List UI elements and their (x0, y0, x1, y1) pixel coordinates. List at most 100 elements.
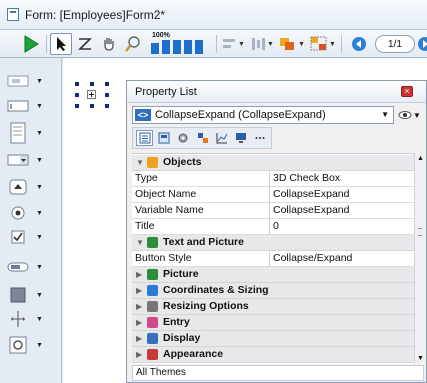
property-value[interactable]: CollapseExpand (273, 203, 349, 218)
category-row[interactable]: ▼ Objects (132, 155, 414, 171)
category-row[interactable]: ▶ Coordinates & Sizing (132, 283, 414, 299)
next-page-button[interactable] (417, 33, 427, 55)
checkbox-tool[interactable]: ▼ (4, 226, 58, 248)
form-window-icon (7, 8, 19, 21)
resize-handle[interactable] (105, 104, 109, 108)
property-row[interactable]: Type 3D Check Box (132, 171, 414, 187)
theme-selector[interactable]: All Themes (132, 365, 424, 381)
rectangle-tool[interactable]: ▼ (4, 284, 58, 306)
expand-triangle-icon[interactable]: ▶ (136, 331, 142, 346)
property-list-panel: Property List × <> CollapseExpand (Colla… (126, 80, 427, 383)
category-row[interactable]: ▶ Resizing Options (132, 299, 414, 315)
text-tool[interactable]: ▼ (4, 70, 58, 92)
prev-page-button[interactable] (348, 33, 370, 55)
expand-triangle-icon[interactable]: ▶ (136, 347, 142, 362)
property-value[interactable]: 0 (273, 219, 279, 234)
selected-collapse-expand-object[interactable] (75, 82, 110, 110)
property-grid-scrollbar[interactable]: ▲ ▼ (414, 153, 425, 364)
collapse-triangle-icon[interactable]: ▼ (136, 155, 144, 170)
toolbar: 100% ▼ ▼ ▼ ▼ 1/1 (0, 30, 427, 58)
tab-monitor-view[interactable] (233, 130, 250, 146)
resize-handle[interactable] (75, 104, 79, 108)
property-row[interactable]: Title 0 (132, 219, 414, 235)
resize-handle[interactable] (90, 82, 94, 86)
tab-list-view[interactable] (136, 130, 154, 146)
expand-triangle-icon[interactable]: ▶ (136, 267, 142, 282)
zoom-level-control[interactable]: 100% (149, 32, 213, 55)
reorder-tool-button[interactable] (75, 33, 95, 55)
category-row[interactable]: ▶ Display (132, 331, 414, 347)
collapse-expand-icon (87, 90, 96, 99)
hand-tool-button[interactable] (99, 33, 119, 55)
property-value[interactable]: 3D Check Box (273, 171, 340, 186)
radio-tool[interactable]: ▼ (4, 202, 58, 224)
entry-icon (147, 317, 158, 328)
property-row[interactable]: Variable Name CollapseExpand (132, 203, 414, 219)
run-button[interactable] (21, 33, 41, 55)
category-label: Picture (163, 268, 199, 280)
gear-view-icon (178, 133, 188, 143)
button-tool-icon (9, 179, 27, 195)
resize-handle[interactable] (105, 93, 109, 97)
title-bar: Form: [Employees]Form2* (0, 0, 427, 30)
close-icon: × (404, 86, 410, 96)
category-row[interactable]: ▶ Entry (132, 315, 414, 331)
splitter-tool[interactable]: ▼ (4, 308, 58, 330)
tab-gear-view[interactable] (175, 130, 192, 146)
column-divider[interactable] (269, 251, 270, 266)
tab-objects-view[interactable] (194, 130, 211, 146)
resize-handle[interactable] (75, 82, 79, 86)
category-row[interactable]: ▶ Picture (132, 267, 414, 283)
align-button[interactable]: ▼ (220, 33, 246, 55)
scroll-down-icon[interactable]: ▼ (417, 355, 424, 362)
picture-icon (147, 269, 158, 280)
resize-handle[interactable] (75, 93, 79, 97)
category-row[interactable]: ▼ Text and Picture (132, 235, 414, 251)
distribute-button[interactable]: ▼ (249, 33, 275, 55)
indicator-tool[interactable]: ▼ (4, 256, 58, 278)
window-title: Form: [Employees]Form2* (25, 8, 166, 22)
property-list-titlebar[interactable]: Property List × (127, 81, 426, 103)
property-row[interactable]: Object Name CollapseExpand (132, 187, 414, 203)
combo-tool[interactable]: ▼ (4, 149, 58, 171)
property-value[interactable]: CollapseExpand (273, 187, 349, 202)
page-indicator[interactable]: 1/1 (375, 35, 415, 53)
resize-handle[interactable] (105, 82, 109, 86)
select-tool-button[interactable] (50, 33, 72, 55)
tab-more-view[interactable] (252, 130, 269, 146)
property-row[interactable]: Button Style Collapse/Expand (132, 251, 414, 267)
expand-triangle-icon[interactable]: ▶ (136, 315, 142, 330)
field-tool[interactable]: ▼ (4, 95, 58, 117)
objects-view-icon (197, 133, 208, 143)
column-divider[interactable] (269, 203, 270, 218)
text-picture-icon (147, 237, 158, 248)
scroll-up-icon[interactable]: ▲ (417, 155, 424, 162)
collapse-triangle-icon[interactable]: ▼ (136, 235, 144, 250)
zoom-tool-button[interactable] (123, 33, 143, 55)
display-icon (147, 333, 158, 344)
expand-triangle-icon[interactable]: ▶ (136, 299, 142, 314)
column-divider[interactable] (269, 187, 270, 202)
category-label: Appearance (163, 348, 224, 360)
close-button[interactable]: × (401, 86, 413, 97)
column-divider[interactable] (269, 171, 270, 186)
button-tool[interactable]: ▼ (4, 176, 58, 198)
resize-handle[interactable] (90, 104, 94, 108)
prev-page-icon (352, 37, 366, 51)
options-button[interactable]: ▼ (398, 108, 424, 122)
tab-form-view[interactable] (155, 130, 172, 146)
object-type-icon: <> (135, 109, 151, 121)
level-button[interactable]: ▼ (278, 33, 306, 55)
scrollbar-grip[interactable] (418, 228, 422, 236)
group-button[interactable]: ▼ (309, 33, 337, 55)
arrow-select-icon (57, 37, 66, 51)
object-selector[interactable]: <> CollapseExpand (CollapseExpand) ▼ (132, 106, 394, 124)
category-row[interactable]: ▶ Appearance (132, 347, 414, 363)
property-value[interactable]: Collapse/Expand (273, 251, 352, 266)
plugin-tool[interactable]: ▼ (4, 334, 58, 356)
tab-chart-view[interactable] (213, 130, 230, 146)
column-divider[interactable] (269, 219, 270, 234)
expand-triangle-icon[interactable]: ▶ (136, 283, 142, 298)
category-label: Text and Picture (163, 236, 244, 248)
list-tool[interactable]: ▼ (4, 120, 58, 146)
